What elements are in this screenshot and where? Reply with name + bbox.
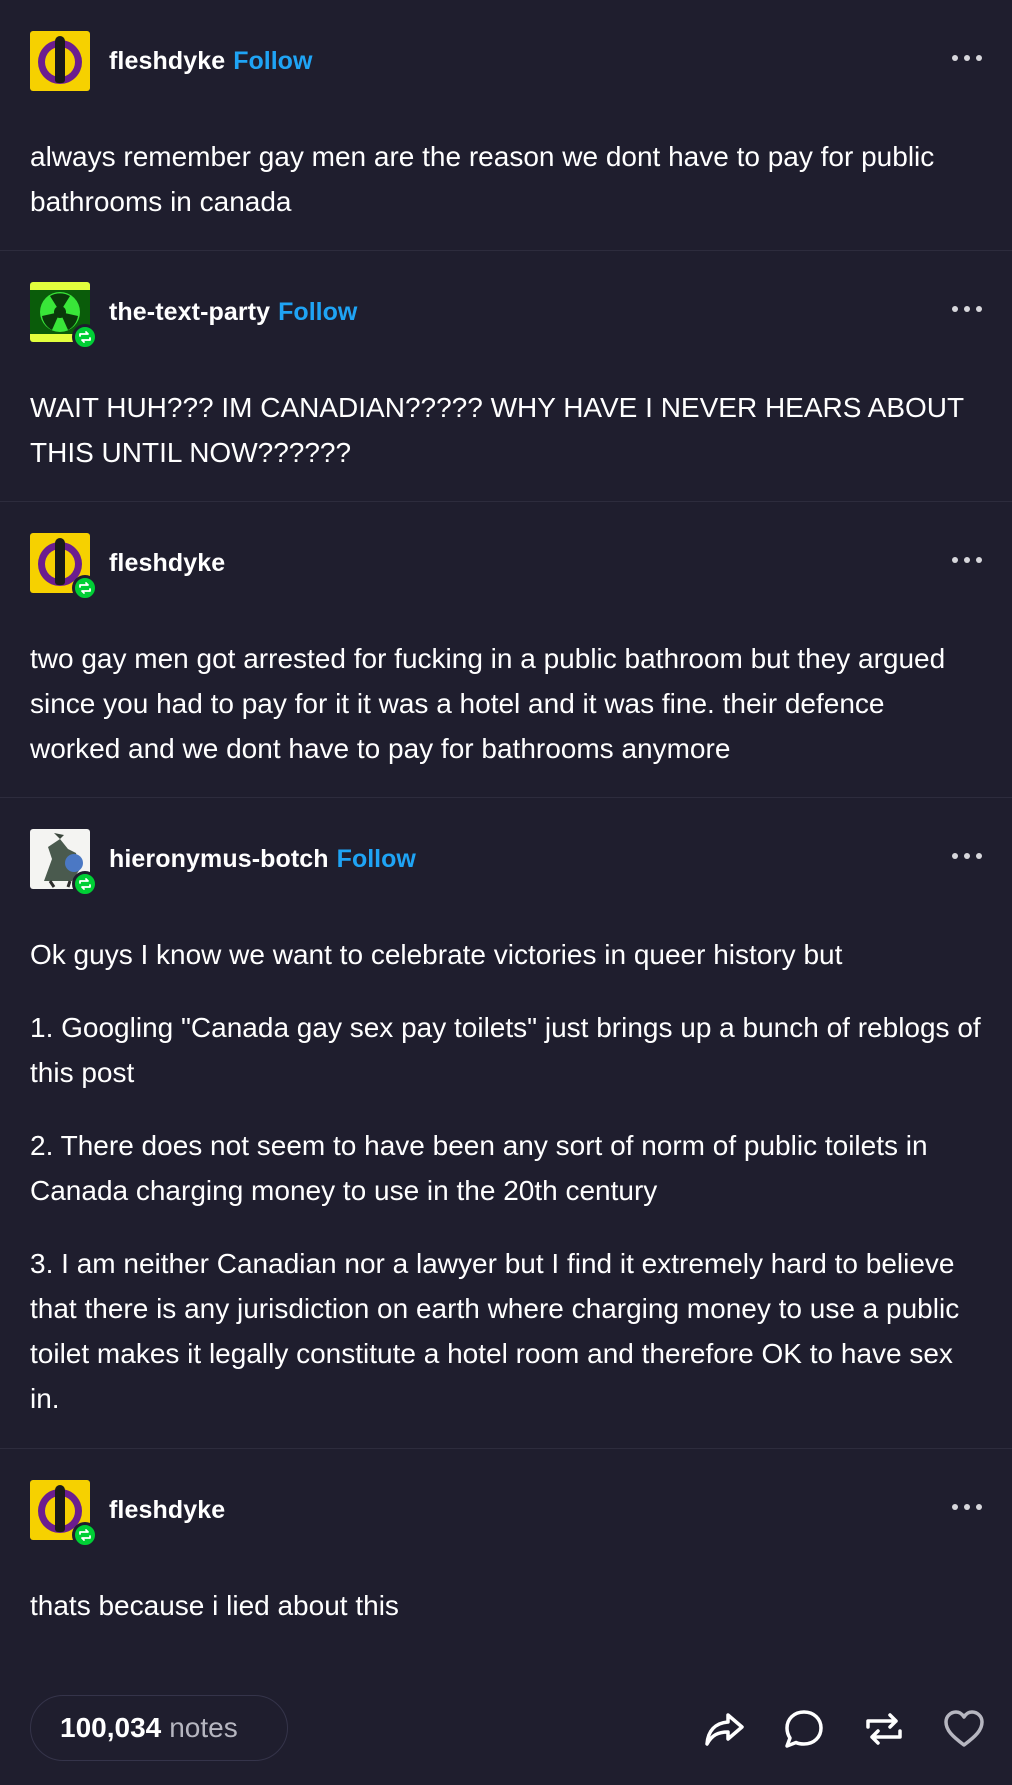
- post-paragraph: 2. There does not seem to have been any …: [30, 1130, 928, 1206]
- post-the-text-party: the-text-party Follow WAIT HUH??? IM CAN…: [0, 251, 1012, 502]
- post-body: thats because i lied about this: [30, 1583, 982, 1628]
- reblog-thread: fleshdyke Follow always remember gay men…: [0, 0, 1012, 1761]
- post-body: two gay men got arrested for fucking in …: [30, 636, 982, 771]
- post-header: the-text-party Follow: [30, 281, 357, 350]
- avatar-image: [30, 31, 90, 91]
- post-paragraph: thats because i lied about this: [30, 1590, 399, 1621]
- username[interactable]: the-text-party: [109, 298, 270, 327]
- reply-icon[interactable]: [780, 1705, 828, 1753]
- post-fleshdyke-confession: fleshdyke thats because i lied about thi…: [0, 1449, 1012, 1669]
- reblog-badge-icon: [72, 575, 98, 601]
- follow-button[interactable]: Follow: [233, 47, 312, 76]
- post-header: hieronymus-botch Follow: [30, 828, 416, 897]
- avatar[interactable]: [30, 1480, 98, 1548]
- username[interactable]: fleshdyke: [109, 549, 225, 578]
- share-icon[interactable]: [700, 1705, 748, 1753]
- more-options-icon[interactable]: [952, 853, 982, 859]
- notes-label: notes: [169, 1712, 238, 1743]
- more-options-icon[interactable]: [952, 557, 982, 563]
- reblog-badge-icon: [72, 871, 98, 897]
- post-header: fleshdyke Follow: [30, 30, 312, 92]
- post-paragraph: WAIT HUH??? IM CANADIAN????? WHY HAVE I …: [30, 392, 964, 468]
- post-footer: 100,034 notes: [0, 1695, 1012, 1785]
- more-options-icon[interactable]: [952, 55, 982, 61]
- avatar[interactable]: [30, 829, 98, 897]
- more-options-icon[interactable]: [952, 1504, 982, 1510]
- notes-button[interactable]: 100,034 notes: [30, 1695, 288, 1761]
- username[interactable]: fleshdyke: [109, 1496, 225, 1525]
- post-header: fleshdyke: [30, 1479, 225, 1548]
- notes-count: 100,034: [60, 1712, 162, 1743]
- more-options-icon[interactable]: [952, 306, 982, 312]
- post-fleshdyke-reply: fleshdyke two gay men got arrested for f…: [0, 502, 1012, 798]
- reblog-icon[interactable]: [860, 1705, 908, 1753]
- post-paragraph: 1. Googling "Canada gay sex pay toilets"…: [30, 1012, 981, 1088]
- post-actions: [668, 1705, 988, 1753]
- follow-button[interactable]: Follow: [337, 845, 416, 874]
- username[interactable]: hieronymus-botch: [109, 845, 329, 874]
- post-paragraph: always remember gay men are the reason w…: [30, 141, 935, 217]
- reblog-badge-icon: [72, 1522, 98, 1548]
- post-body: WAIT HUH??? IM CANADIAN????? WHY HAVE I …: [30, 385, 982, 475]
- follow-button[interactable]: Follow: [278, 298, 357, 327]
- reblog-badge-icon: [72, 324, 98, 350]
- post-header: fleshdyke: [30, 532, 225, 601]
- post-paragraph: two gay men got arrested for fucking in …: [30, 643, 946, 764]
- post-paragraph: Ok guys I know we want to celebrate vict…: [30, 939, 843, 970]
- avatar[interactable]: [30, 533, 98, 601]
- post-body: Ok guys I know we want to celebrate vict…: [30, 932, 990, 1421]
- avatar[interactable]: [30, 282, 98, 350]
- post-paragraph: 3. I am neither Canadian nor a lawyer bu…: [30, 1248, 960, 1414]
- avatar[interactable]: [30, 31, 90, 91]
- post-body: always remember gay men are the reason w…: [30, 134, 982, 224]
- post-hieronymus-botch: hieronymus-botch Follow Ok guys I know w…: [0, 798, 1012, 1449]
- post-fleshdyke-original: fleshdyke Follow always remember gay men…: [0, 0, 1012, 251]
- like-icon[interactable]: [940, 1705, 988, 1753]
- username[interactable]: fleshdyke: [109, 47, 225, 76]
